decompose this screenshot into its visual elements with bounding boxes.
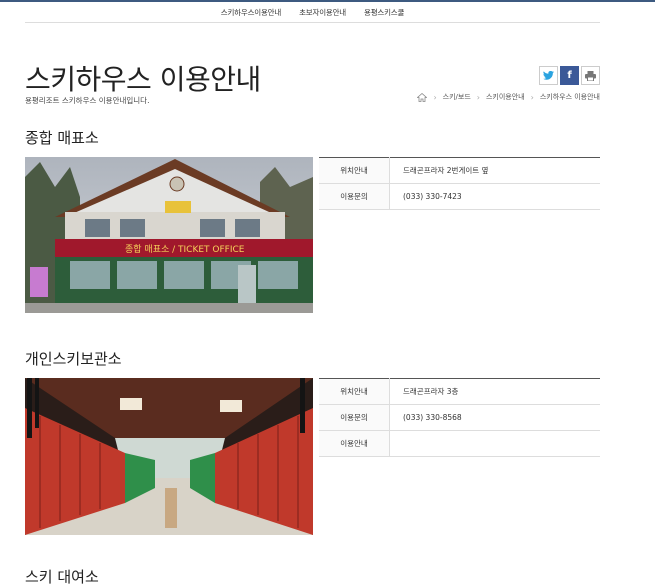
top-nav: 스키하우스이용안내 초보자이용안내 용평스키스쿨 [25,2,600,23]
print-icon[interactable] [581,66,600,85]
chevron-right-icon: › [433,92,437,102]
breadcrumb-item-current: 스키하우스 이용안내 [539,93,600,101]
table-row: 이용문의 (033) 330-7423 [319,183,600,210]
info-value: (033) 330-7423 [389,183,600,210]
ski-storage-photo [25,378,313,535]
chevron-right-icon: › [530,92,534,102]
info-value: 드래곤프라자 2번게이트 옆 [389,157,600,184]
nav-item-skihouse[interactable]: 스키하우스이용안내 [221,7,282,18]
nav-item-ski-school[interactable]: 용평스키스쿨 [364,7,404,18]
section-title-ticket-office: 종합 매표소 [25,129,99,147]
facebook-icon[interactable]: f [560,66,579,85]
ticket-office-sign-text: 종합 매표소 / TICKET OFFICE [125,244,245,255]
breadcrumb-item[interactable]: 스키이용안내 [486,92,525,102]
ski-storage-info-table: 위치안내 드래곤프라자 3층 이용문의 (033) 330-8568 이용안내 [319,378,600,457]
breadcrumb-item[interactable]: 스키/보드 [443,92,471,102]
page-subtitle: 용평리조트 스키하우스 이용안내입니다. [25,96,150,105]
table-row: 위치안내 드래곤프라자 3층 [319,378,600,405]
ticket-office-info-table: 위치안내 드래곤프라자 2번게이트 옆 이용문의 (033) 330-7423 [319,157,600,210]
nav-item-beginner[interactable]: 초보자이용안내 [299,7,346,18]
info-label: 이용문의 [319,404,390,431]
info-value [389,430,600,457]
info-label: 이용안내 [319,430,390,457]
table-row: 위치안내 드래곤프라자 2번게이트 옆 [319,157,600,184]
table-row: 이용안내 [319,430,600,457]
table-row: 이용문의 (033) 330-8568 [319,404,600,431]
info-value: 드래곤프라자 3층 [389,378,600,405]
info-label: 위치안내 [319,157,390,184]
info-label: 위치안내 [319,378,390,405]
twitter-icon[interactable] [539,66,558,85]
section-title-ski-rental-partial: 스키 대여소 [25,568,99,586]
chevron-right-icon: › [476,92,480,102]
info-value: (033) 330-8568 [389,404,600,431]
section-title-ski-storage: 개인스키보관소 [25,350,122,368]
info-label: 이용문의 [319,183,390,210]
page-title: 스키하우스 이용안내 [25,63,261,96]
share-buttons: f [539,66,600,85]
home-icon[interactable] [417,92,428,102]
breadcrumb: › 스키/보드 › 스키이용안내 › 스키하우스 이용안내 [417,92,600,102]
ticket-office-photo: 종합 매표소 / TICKET OFFICE [25,157,313,313]
